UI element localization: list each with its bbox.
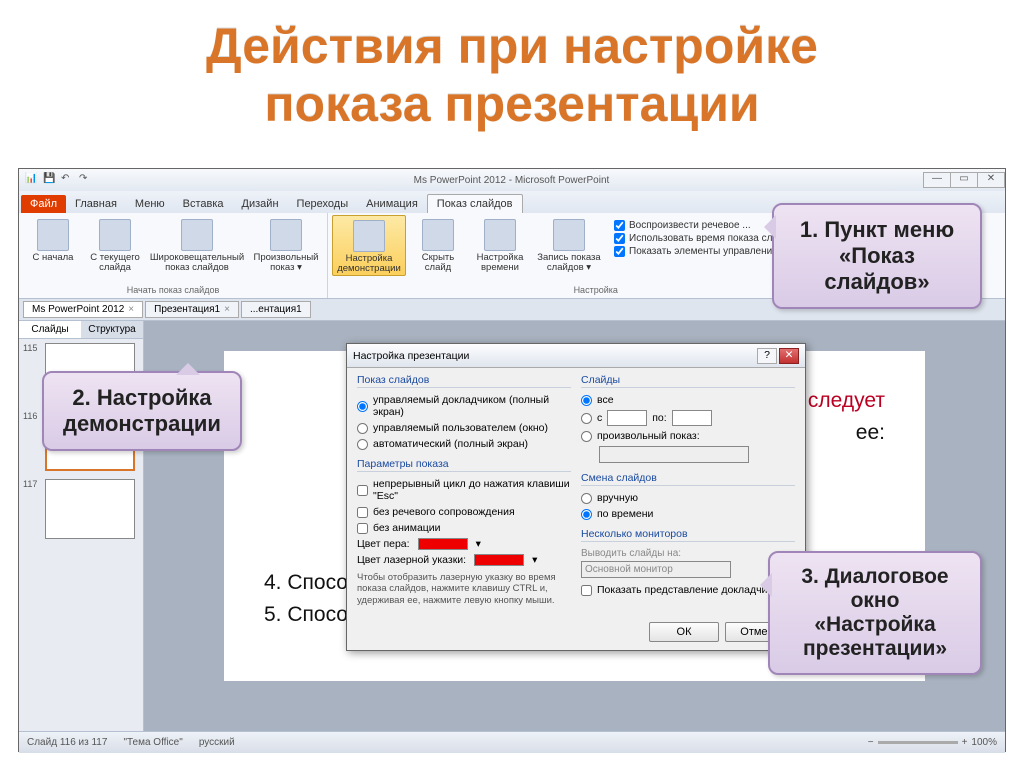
maximize-button[interactable]: ▭ [950, 172, 978, 188]
panel-tab-outline[interactable]: Структура [81, 321, 143, 338]
color-swatch[interactable] [418, 538, 468, 550]
doc-tab-1[interactable]: Ms PowerPoint 2012× [23, 301, 143, 318]
close-icon[interactable]: × [128, 304, 134, 315]
zoom-control[interactable]: − + 100% [868, 737, 997, 748]
help-button[interactable]: ? [757, 348, 777, 364]
quick-access-toolbar[interactable]: 📊 💾 ↶ ↷ [19, 173, 99, 187]
thumb-num: 117 [23, 479, 41, 489]
redo-icon[interactable]: ↷ [79, 173, 93, 187]
radio-all-slides[interactable]: все [581, 392, 795, 408]
custom-show-combo[interactable] [599, 446, 749, 463]
radio-custom-show[interactable]: произвольный показ: [581, 428, 795, 444]
record-button[interactable]: Запись показа слайдов ▾ [532, 215, 606, 274]
laser-note: Чтобы отобразить лазерную указку во врем… [357, 568, 571, 610]
section-show-type: Показ слайдов [357, 374, 571, 388]
radio-range[interactable]: спо: [581, 408, 795, 428]
zoom-in-icon[interactable]: + [962, 737, 968, 748]
app-icon: 📊 [25, 173, 39, 187]
rehearse-button[interactable]: Настройка времени [470, 215, 530, 274]
page-title: Действия при настройкепоказа презентации [0, 0, 1024, 145]
play-current-icon [99, 219, 131, 251]
broadcast-button[interactable]: Широковещательный показ слайдов [147, 215, 247, 274]
monitor-combo[interactable]: Основной монитор [581, 561, 731, 578]
hide-slide-button[interactable]: Скрыть слайд [408, 215, 468, 274]
radio-auto[interactable]: автоматический (полный экран) [357, 436, 571, 452]
record-icon [553, 219, 585, 251]
chk-no-narration[interactable]: без речевого сопровождения [357, 504, 571, 520]
section-advance: Смена слайдов [581, 472, 795, 486]
slide-thumbnail[interactable] [45, 479, 135, 539]
radio-manual[interactable]: вручную [581, 490, 795, 506]
save-icon[interactable]: 💾 [43, 173, 57, 187]
zoom-out-icon[interactable]: − [868, 737, 874, 748]
tab-slideshow[interactable]: Показ слайдов [427, 194, 523, 213]
from-spinner[interactable] [607, 410, 647, 426]
setup-show-dialog: Настройка презентации ? ✕ Показ слайдов … [346, 343, 806, 651]
close-button[interactable]: ✕ [977, 172, 1005, 188]
group-label-start: Начать показ слайдов [23, 285, 323, 296]
thumb-num: 116 [23, 411, 41, 421]
statusbar: Слайд 116 из 117 "Тема Office" русский −… [19, 731, 1005, 753]
ok-button[interactable]: ОК [649, 622, 719, 642]
custom-show-button[interactable]: Произвольный показ ▾ [249, 215, 323, 274]
panel-tab-slides[interactable]: Слайды [19, 321, 81, 338]
radio-timed[interactable]: по времени [581, 506, 795, 522]
doc-tab-2[interactable]: Презентация1× [145, 301, 239, 318]
callout-1: 1. Пункт меню «Показ слайдов» [772, 203, 982, 309]
tab-insert[interactable]: Вставка [174, 195, 233, 213]
zoom-value: 100% [971, 737, 997, 748]
close-icon[interactable]: × [224, 304, 230, 315]
setup-icon [353, 220, 385, 252]
status-theme: "Тема Office" [123, 737, 182, 748]
monitor-label: Выводить слайды на: [581, 546, 795, 561]
tab-menu[interactable]: Меню [126, 195, 174, 213]
group-start-slideshow: С начала С текущего слайда Широковещател… [19, 213, 328, 298]
callout-3: 3. Диалоговое окно «Настройка презентаци… [768, 551, 982, 675]
tab-animations[interactable]: Анимация [357, 195, 427, 213]
from-beginning-button[interactable]: С начала [23, 215, 83, 263]
undo-icon[interactable]: ↶ [61, 173, 75, 187]
pen-color-picker[interactable]: Цвет пера:▾ [357, 536, 571, 552]
play-icon [37, 219, 69, 251]
tab-home[interactable]: Главная [66, 195, 126, 213]
status-slide: Слайд 116 из 117 [27, 737, 107, 748]
section-options: Параметры показа [357, 458, 571, 472]
dialog-title: Настройка презентации [353, 350, 755, 362]
broadcast-icon [181, 219, 213, 251]
callout-2: 2. Настройка демонстрации [42, 371, 242, 451]
radio-user[interactable]: управляемый пользователем (окно) [357, 420, 571, 436]
minimize-button[interactable]: — [923, 172, 951, 188]
color-swatch[interactable] [474, 554, 524, 566]
tab-design[interactable]: Дизайн [233, 195, 288, 213]
thumb-num: 115 [23, 343, 41, 353]
from-current-button[interactable]: С текущего слайда [85, 215, 145, 274]
dialog-close-button[interactable]: ✕ [779, 348, 799, 364]
tab-transitions[interactable]: Переходы [288, 195, 358, 213]
zoom-slider[interactable] [878, 741, 958, 744]
laser-color-picker[interactable]: Цвет лазерной указки:▾ [357, 552, 571, 568]
status-lang: русский [199, 737, 235, 748]
setup-slideshow-button[interactable]: Настройка демонстрации [332, 215, 406, 276]
dialog-titlebar: Настройка презентации ? ✕ [347, 344, 805, 368]
clock-icon [484, 219, 516, 251]
custom-show-icon [270, 219, 302, 251]
section-slides: Слайды [581, 374, 795, 388]
chk-loop[interactable]: непрерывный цикл до нажатия клавиши "Esc… [357, 476, 571, 504]
tab-file[interactable]: Файл [21, 195, 66, 213]
radio-presenter[interactable]: управляемый докладчиком (полный экран) [357, 392, 571, 420]
hide-slide-icon [422, 219, 454, 251]
titlebar: 📊 💾 ↶ ↷ Ms PowerPoint 2012 - Microsoft P… [19, 169, 1005, 191]
window-title: Ms PowerPoint 2012 - Microsoft PowerPoin… [99, 175, 924, 186]
to-spinner[interactable] [672, 410, 712, 426]
chk-no-animation[interactable]: без анимации [357, 520, 571, 536]
doc-tab-3[interactable]: ...ентация1 [241, 301, 311, 318]
section-monitors: Несколько мониторов [581, 528, 795, 542]
